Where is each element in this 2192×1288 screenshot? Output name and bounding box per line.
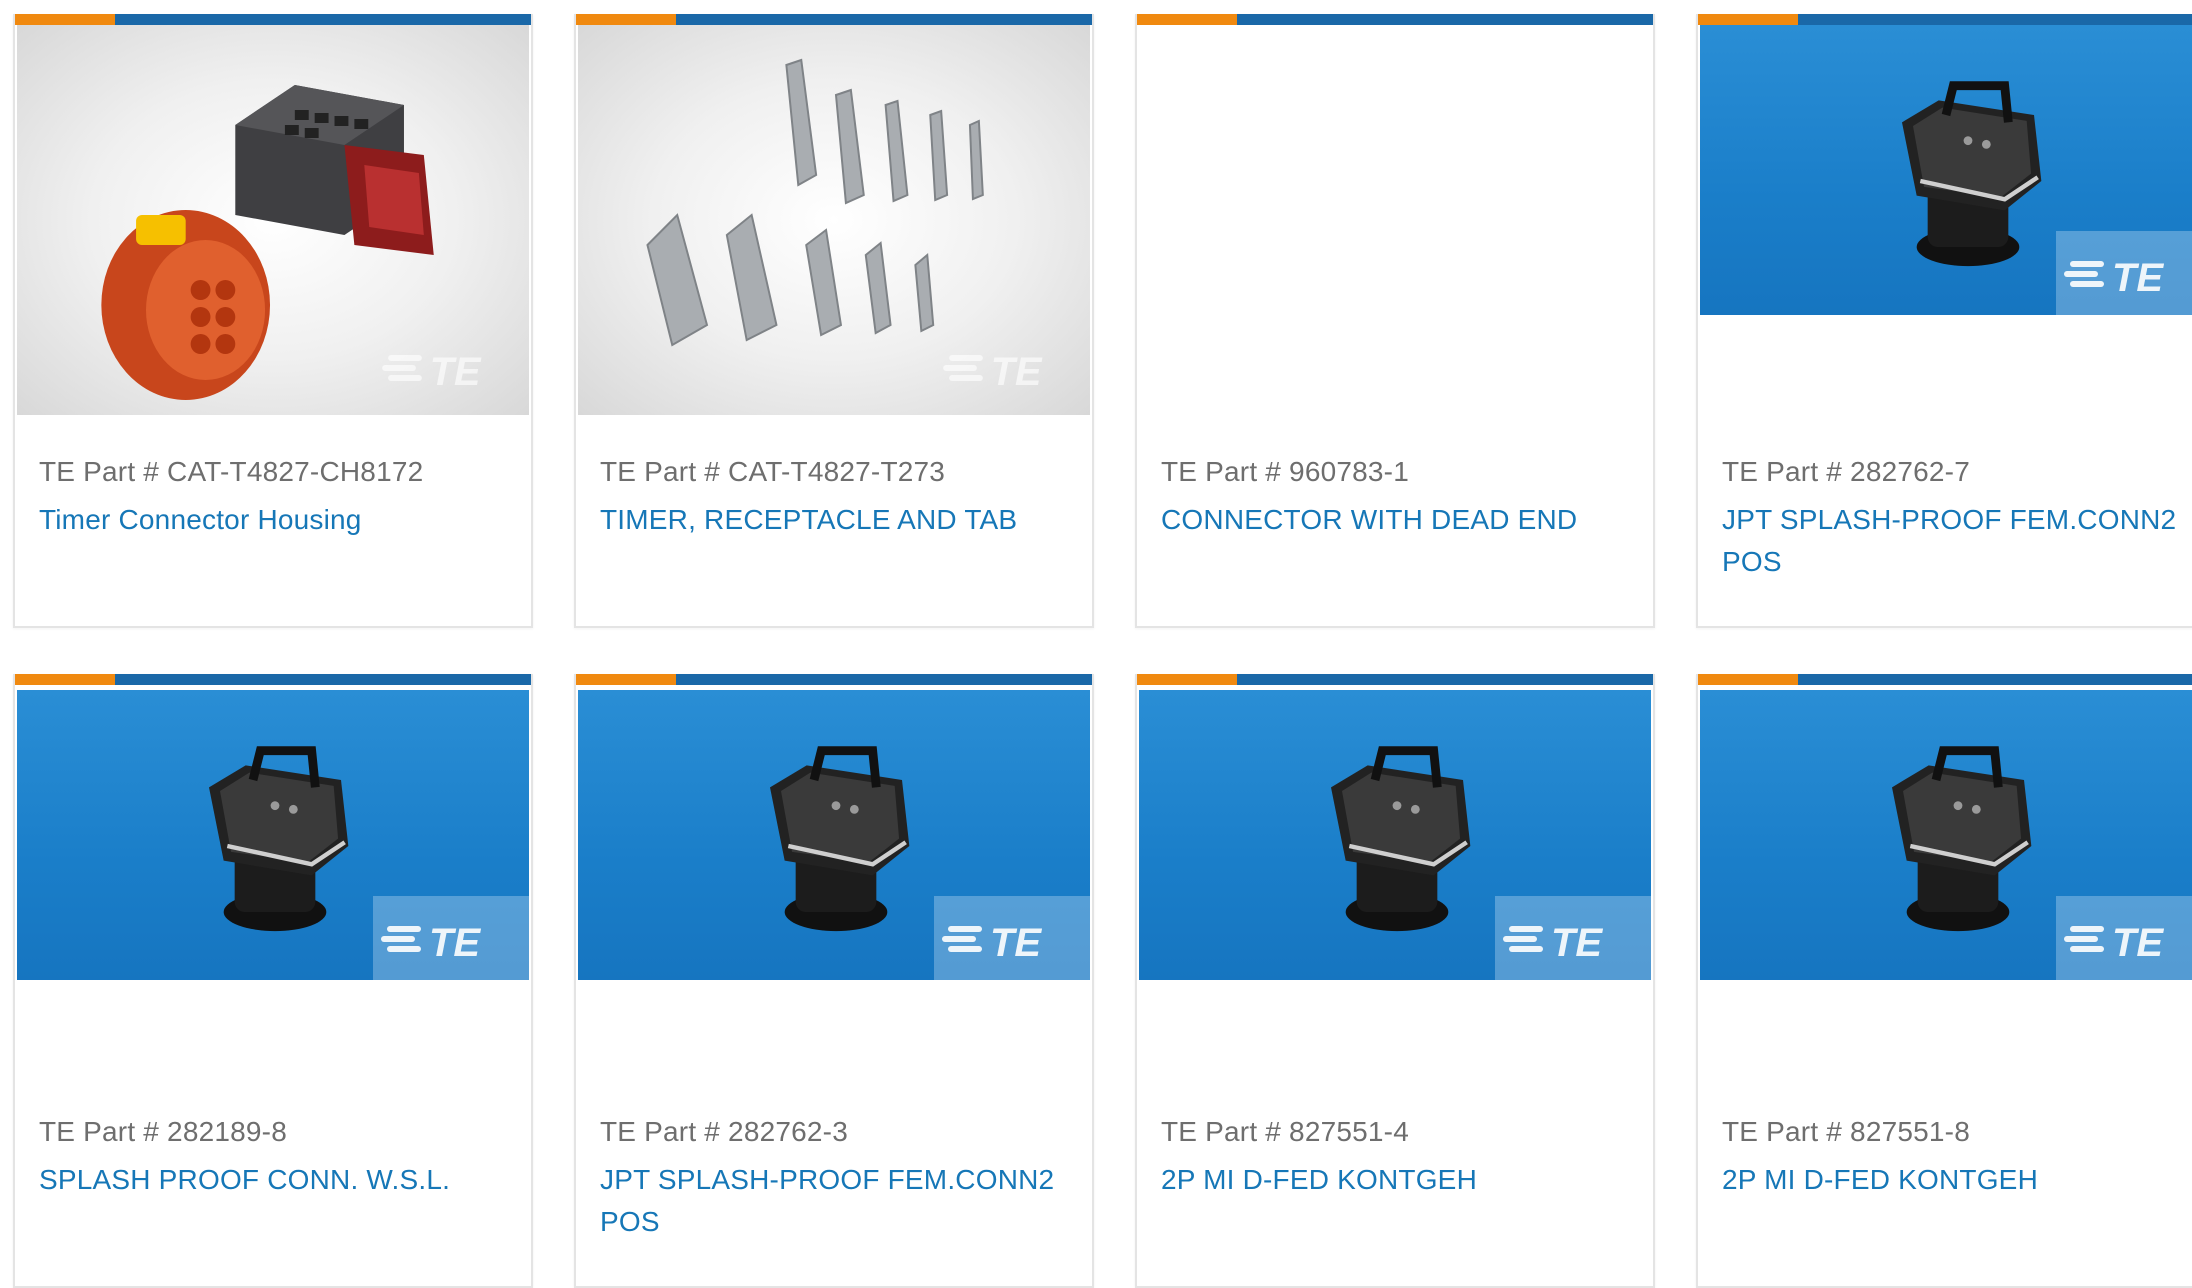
card-top-bar [1137,674,1653,685]
product-card[interactable]: TE Part # 282189-8 SPLASH PROOF CONN. W.… [13,674,533,1288]
card-top-bar [15,674,531,685]
te-logo-icon [2056,896,2192,980]
card-top-bar [1698,674,2192,685]
product-title-link[interactable]: JPT SPLASH-PROOF FEM.CONN2 POS [1722,499,2184,583]
te-logo-icon [2056,231,2192,315]
card-top-bar [1137,14,1653,25]
product-card[interactable]: TE Part # CAT-T4827-CH8172 Timer Connect… [13,14,533,628]
part-number: TE Part # 960783-1 [1161,456,1409,487]
splash-proof-connector-image[interactable] [17,690,529,980]
product-card[interactable]: TE Part # 282762-7 JPT SPLASH-PROOF FEM.… [1696,14,2192,628]
product-title-link[interactable]: 2P MI D-FED KONTGEH [1161,1159,1623,1201]
product-title-link[interactable]: 2P MI D-FED KONTGEH [1722,1159,2184,1201]
splash-proof-connector-image[interactable] [578,690,1090,980]
part-number: TE Part # CAT-T4827-CH8172 [39,456,424,487]
part-number: TE Part # 827551-4 [1161,1116,1409,1147]
splash-proof-connector-image[interactable] [1700,25,2192,315]
splash-proof-connector-image[interactable] [1139,690,1651,980]
card-top-bar [576,674,1092,685]
product-card[interactable]: TE Part # 827551-4 2P MI D-FED KONTGEH [1135,674,1655,1288]
card-top-bar [576,14,1092,25]
product-card[interactable]: TE Part # 960783-1 CONNECTOR WITH DEAD E… [1135,14,1655,628]
product-title-link[interactable]: Timer Connector Housing [39,499,501,541]
te-logo-icon [934,896,1090,980]
product-card[interactable]: TE Part # 827551-8 2P MI D-FED KONTGEH [1696,674,2192,1288]
te-logo-icon [1495,896,1651,980]
terminals-image[interactable] [578,25,1090,415]
product-card[interactable]: TE Part # 282762-3 JPT SPLASH-PROOF FEM.… [574,674,1094,1288]
product-grid: TE Part # CAT-T4827-CH8172 Timer Connect… [13,14,2192,1288]
product-title-link[interactable]: CONNECTOR WITH DEAD END [1161,499,1623,541]
product-card[interactable]: TE Part # CAT-T4827-T273 TIMER, RECEPTAC… [574,14,1094,628]
part-number: TE Part # 827551-8 [1722,1116,1970,1147]
product-image-placeholder [1139,25,1651,415]
card-top-bar [1698,14,2192,25]
part-number: TE Part # 282762-3 [600,1116,848,1147]
part-number: TE Part # 282762-7 [1722,456,1970,487]
part-number: TE Part # 282189-8 [39,1116,287,1147]
product-title-link[interactable]: SPLASH PROOF CONN. W.S.L. [39,1159,501,1201]
connector-housing-image[interactable] [17,25,529,415]
splash-proof-connector-image[interactable] [1700,690,2192,980]
product-title-link[interactable]: TIMER, RECEPTACLE AND TAB [600,499,1062,541]
part-number: TE Part # CAT-T4827-T273 [600,456,946,487]
card-top-bar [15,14,531,25]
te-logo-icon [373,896,529,980]
product-title-link[interactable]: JPT SPLASH-PROOF FEM.CONN2 POS [600,1159,1062,1243]
